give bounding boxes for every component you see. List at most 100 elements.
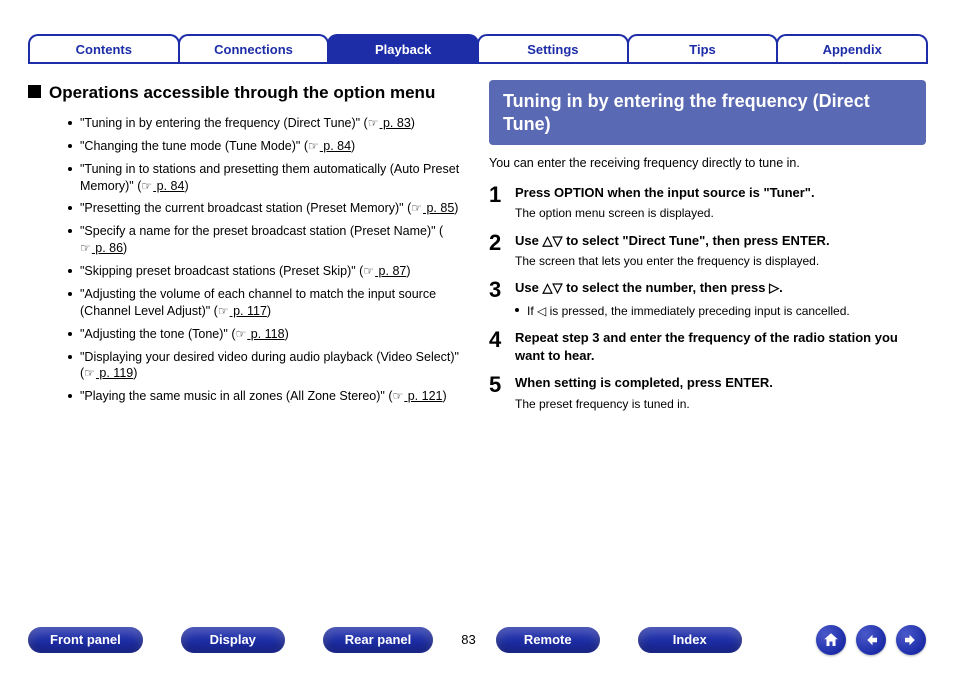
list-item-tail: ): [184, 179, 188, 193]
list-item-text: "Tuning in to stations and presetting th…: [80, 162, 459, 193]
tab-label: Playback: [375, 41, 431, 59]
options-list: "Tuning in by entering the frequency (Di…: [68, 115, 465, 405]
list-item: "Presetting the current broadcast statio…: [68, 200, 465, 217]
page-link[interactable]: ☞ p. 85: [411, 201, 454, 215]
page-ref: p. 84: [320, 139, 351, 153]
pill-label: Rear panel: [345, 631, 411, 649]
page-ref: p. 86: [92, 241, 123, 255]
footer-btn-remote[interactable]: Remote: [496, 627, 600, 653]
list-item: "Skipping preset broadcast stations (Pre…: [68, 263, 465, 280]
page-ref: p. 85: [423, 201, 454, 215]
pointer-icon: ☞: [84, 365, 95, 381]
step-body: Repeat step 3 and enter the frequency of…: [515, 329, 926, 364]
section-intro: You can enter the receiving frequency di…: [489, 155, 926, 172]
left-column: Operations accessible through the option…: [28, 78, 483, 618]
pointer-icon: ☞: [218, 303, 229, 319]
step: 3Use △▽ to select the number, then press…: [489, 279, 926, 319]
step-body: Press OPTION when the input source is "T…: [515, 184, 926, 222]
tab-label: Appendix: [823, 41, 882, 59]
pointer-icon: ☞: [236, 326, 247, 342]
right-column: Tuning in by entering the frequency (Dir…: [483, 78, 926, 618]
step-title: Repeat step 3 and enter the frequency of…: [515, 329, 926, 364]
list-item-text: "Adjusting the tone (Tone)" (: [80, 327, 236, 341]
page-ref: p. 119: [96, 366, 133, 380]
step-number: 1: [489, 184, 515, 222]
pointer-icon: ☞: [363, 263, 374, 279]
tab-tips[interactable]: Tips: [627, 34, 779, 64]
prev-button[interactable]: [856, 625, 886, 655]
step: 2Use △▽ to select "Direct Tune", then pr…: [489, 232, 926, 270]
page-link[interactable]: ☞ p. 86: [80, 241, 123, 255]
page-link[interactable]: ☞ p. 119: [84, 366, 133, 380]
page-link[interactable]: ☞ p. 83: [368, 116, 411, 130]
list-item: "Changing the tune mode (Tune Mode)" (☞ …: [68, 138, 465, 155]
step-number: 2: [489, 232, 515, 270]
footer-btn-display[interactable]: Display: [181, 627, 285, 653]
pointer-icon: ☞: [80, 240, 91, 256]
step-body: Use △▽ to select the number, then press …: [515, 279, 926, 319]
footer-btn-rear-panel[interactable]: Rear panel: [323, 627, 433, 653]
arrow-right-icon: [902, 631, 920, 649]
step-sub: The screen that lets you enter the frequ…: [515, 253, 926, 269]
list-item: "Displaying your desired video during au…: [68, 349, 465, 383]
pill-label: Remote: [524, 631, 572, 649]
list-item-text: "Specify a name for the preset broadcast…: [80, 224, 443, 238]
step-sub: The option menu screen is displayed.: [515, 205, 926, 221]
steps-list: 1Press OPTION when the input source is "…: [489, 184, 926, 412]
list-item: "Adjusting the tone (Tone)" (☞ p. 118): [68, 326, 465, 343]
page-link[interactable]: ☞ p. 84: [308, 139, 351, 153]
footer-btn-front-panel[interactable]: Front panel: [28, 627, 143, 653]
page-ref: p. 117: [230, 304, 267, 318]
page-ref: p. 83: [380, 116, 411, 130]
list-item-tail: ): [123, 241, 127, 255]
page-link[interactable]: ☞ p. 121: [392, 389, 442, 403]
list-item-tail: ): [267, 304, 271, 318]
page-ref: p. 121: [404, 389, 442, 403]
tab-settings[interactable]: Settings: [477, 34, 629, 64]
list-item-tail: ): [442, 389, 446, 403]
list-item-text: "Playing the same music in all zones (Al…: [80, 389, 392, 403]
pill-label: Display: [210, 631, 256, 649]
tab-label: Connections: [214, 41, 293, 59]
page-link[interactable]: ☞ p. 117: [218, 304, 267, 318]
footer: Front panel Display Rear panel 83 Remote…: [28, 625, 926, 655]
list-item-text: "Presetting the current broadcast statio…: [80, 201, 411, 215]
step-title: When setting is completed, press ENTER.: [515, 374, 926, 392]
step-sub: The preset frequency is tuned in.: [515, 396, 926, 412]
list-item-text: "Tuning in by entering the frequency (Di…: [80, 116, 368, 130]
tab-playback[interactable]: Playback: [327, 34, 479, 64]
pointer-icon: ☞: [411, 200, 422, 216]
step-title: Use △▽ to select "Direct Tune", then pre…: [515, 232, 926, 250]
list-item: "Adjusting the volume of each channel to…: [68, 286, 465, 320]
tab-contents[interactable]: Contents: [28, 34, 180, 64]
arrow-left-icon: [862, 631, 880, 649]
list-item-text: "Skipping preset broadcast stations (Pre…: [80, 264, 363, 278]
page-ref: p. 118: [247, 327, 284, 341]
square-bullet-icon: [28, 85, 41, 98]
pointer-icon: ☞: [392, 388, 403, 404]
main-content: Operations accessible through the option…: [28, 78, 926, 618]
step-note: If ◁ is pressed, the immediately precedi…: [515, 303, 926, 319]
step-title: Use △▽ to select the number, then press …: [515, 279, 926, 297]
options-heading: Operations accessible through the option…: [28, 82, 465, 105]
top-tabs: Contents Connections Playback Settings T…: [28, 0, 926, 64]
home-icon: [822, 631, 840, 649]
pointer-icon: ☞: [141, 178, 152, 194]
page-link[interactable]: ☞ p. 87: [363, 264, 406, 278]
tab-connections[interactable]: Connections: [178, 34, 330, 64]
list-item-tail: ): [133, 366, 137, 380]
page-link[interactable]: ☞ p. 84: [141, 179, 184, 193]
home-button[interactable]: [816, 625, 846, 655]
step: 5When setting is completed, press ENTER.…: [489, 374, 926, 412]
footer-btn-index[interactable]: Index: [638, 627, 742, 653]
page-number: 83: [461, 631, 475, 649]
list-item: "Playing the same music in all zones (Al…: [68, 388, 465, 405]
step: 4Repeat step 3 and enter the frequency o…: [489, 329, 926, 364]
section-title: Tuning in by entering the frequency (Dir…: [503, 91, 870, 134]
next-button[interactable]: [896, 625, 926, 655]
step-title: Press OPTION when the input source is "T…: [515, 184, 926, 202]
list-item-text: "Changing the tune mode (Tune Mode)" (: [80, 139, 308, 153]
page-link[interactable]: ☞ p. 118: [236, 327, 285, 341]
pointer-icon: ☞: [368, 115, 379, 131]
tab-appendix[interactable]: Appendix: [776, 34, 928, 64]
